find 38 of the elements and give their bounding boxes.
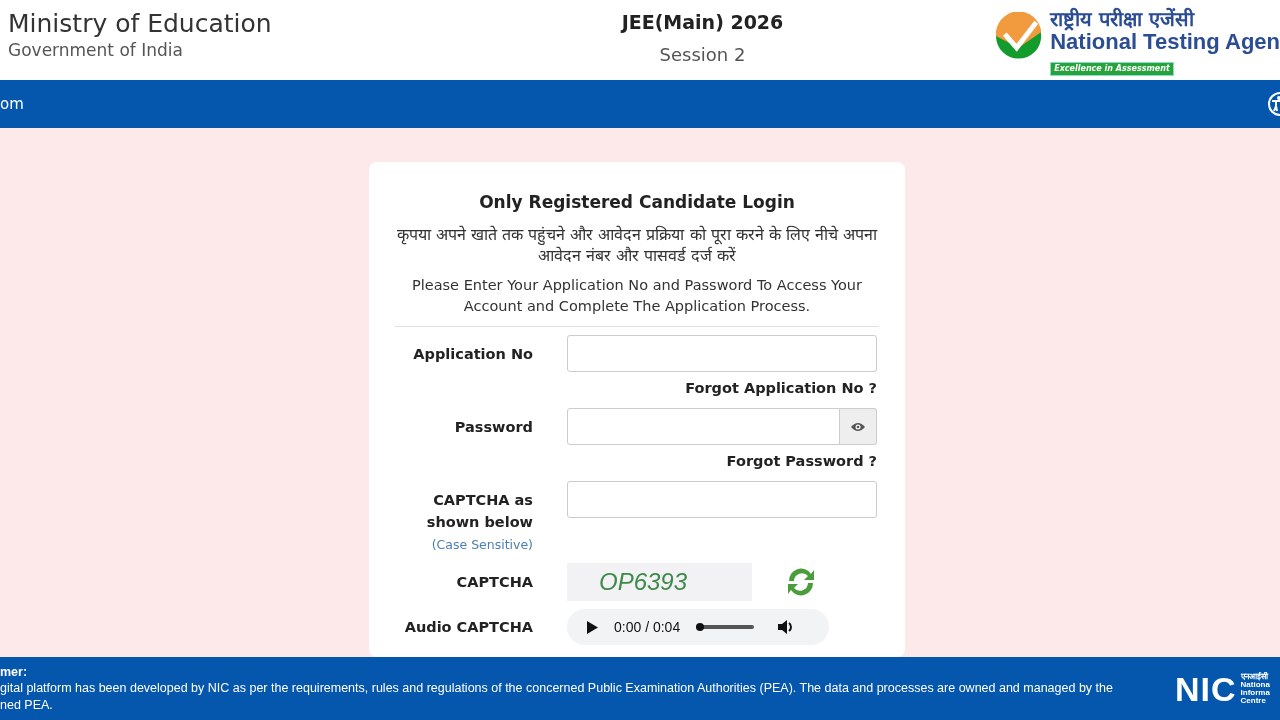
input-field[interactable] (567, 335, 877, 373)
eye-icon (850, 421, 867, 432)
nic-logo-caption: एनआईसी (1240, 672, 1269, 681)
ministry-subtitle: Government of India (8, 38, 184, 62)
ministry-title: Ministry of Education (8, 10, 273, 38)
field-label: CAPTCHA as shown below (Case Sensitive) (425, 491, 533, 554)
show-password-button[interactable] (840, 408, 877, 446)
audio-player[interactable]: 0:00 / 0:04 (567, 609, 829, 646)
captcha-image: OP6393 (567, 563, 752, 602)
play-icon[interactable] (587, 620, 598, 634)
progress-slider[interactable] (696, 625, 755, 630)
audio-time: 0:00 / 0:04 (614, 617, 681, 637)
exam-session: Session 2 (658, 42, 747, 67)
forgot-link[interactable]: Forgot Password ? (726, 453, 877, 470)
disclaimer-heading: mer: (0, 664, 29, 681)
exam-title: JEE(Main) 2026 (619, 10, 785, 35)
agency-tagline: Excellence in Assessment (1050, 62, 1174, 77)
nic-logo-caption: Centre (1240, 696, 1267, 705)
field-label: CAPTCHA (455, 573, 533, 593)
login-title: Only Registered Candidate Login (478, 191, 796, 214)
hindi-instructions: कृपया अपने खाते तक पहुंचने और आवेदन प्रक्रिया को पूरा करने के लिए नीचे अपना आवेदन नंबर और पासवर्ड दर्ज करें (395, 223, 879, 267)
input-field[interactable] (567, 481, 877, 519)
disclaimer-text: ned PEA. (0, 696, 54, 713)
nav-link[interactable]: om (0, 92, 24, 116)
slider-thumb[interactable] (696, 623, 705, 632)
forgot-link[interactable]: Forgot Application No ? (685, 380, 877, 397)
agency-hindi-name: राष्ट्रीय परीक्षा एजेंसी (1050, 8, 1196, 30)
field-label: Password (453, 418, 533, 438)
field-label: Audio CAPTCHA (403, 618, 533, 638)
disclaimer-text: gital platform has been developed by NIC as per the requirements, rules and regulations of the concerned Public Examination Authorities (PEA). The data and processes are owned and managed by the (0, 680, 1114, 697)
password-field[interactable] (567, 408, 841, 446)
nic-logo-text: NIC (1175, 671, 1237, 706)
nic-logo-caption: Nationa (1240, 680, 1270, 689)
instructions: Please Enter Your Application No and Password To Access Your Account and Complete The Application Process. (395, 274, 879, 328)
field-label: Application No (412, 345, 533, 365)
nic-logo-caption: Informa (1240, 688, 1270, 697)
agency-name: National Testing Agen (1050, 30, 1280, 55)
checkmark-logo-icon (995, 12, 1043, 60)
